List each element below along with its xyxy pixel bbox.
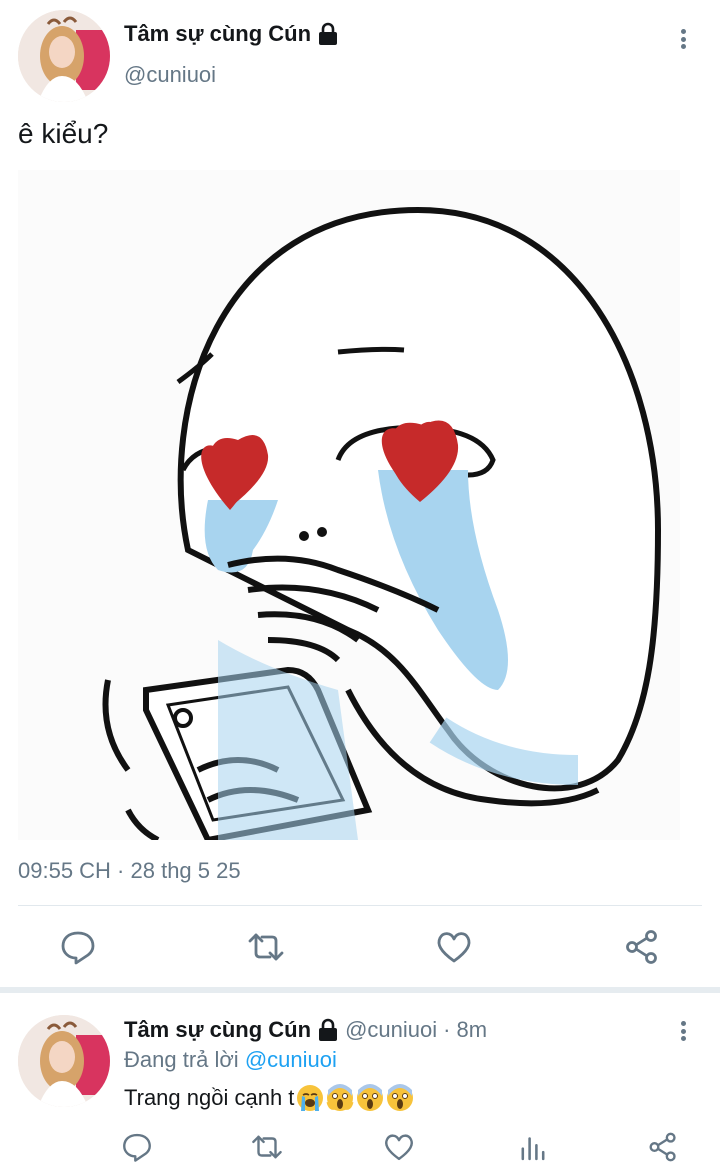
reply-author-handle[interactable]: @cuniuoi (345, 1017, 437, 1043)
reply-text: Trang ngồi cạnh t (124, 1085, 295, 1110)
replying-mention[interactable]: @cuniuoi (245, 1047, 337, 1072)
share-icon[interactable] (646, 1130, 680, 1164)
tweet-media[interactable] (18, 170, 680, 840)
lock-icon (319, 1018, 338, 1041)
reply-icon[interactable] (58, 927, 98, 967)
reply-time: 8m (456, 1017, 488, 1042)
retweet-icon[interactable] (246, 927, 286, 967)
reply-author-avatar[interactable] (18, 1015, 110, 1107)
heart-icon[interactable] (382, 1130, 416, 1164)
retweet-icon[interactable] (250, 1130, 284, 1164)
reply-header: Tâm sự cùng Cún @cuniuoi · 8m (124, 1017, 487, 1043)
analytics-icon[interactable] (516, 1130, 550, 1164)
more-vertical-icon[interactable] (671, 1019, 695, 1043)
section-divider (0, 987, 720, 993)
screaming-face-icon (357, 1084, 384, 1111)
replying-prefix: Đang trả lời (124, 1047, 239, 1072)
avatar-image (18, 1015, 110, 1107)
tweet-text: ê kiểu? (18, 118, 109, 149)
reply-author-name[interactable]: Tâm sự cùng Cún (124, 1017, 311, 1043)
replying-to: Đang trả lời @cuniuoi (124, 1047, 337, 1073)
reply-text-line: Trang ngồi cạnh t (124, 1084, 414, 1112)
tweet-timestamp: 09:55 CH · 28 thg 5 25 (18, 858, 241, 883)
screaming-face-icon (326, 1084, 354, 1111)
separator: · (443, 1017, 451, 1042)
heart-icon[interactable] (434, 927, 474, 967)
more-vertical-icon[interactable] (671, 27, 695, 51)
reply-icon[interactable] (120, 1130, 154, 1164)
avatar-image (18, 10, 110, 102)
meme-illustration (18, 170, 680, 840)
screaming-face-icon (387, 1084, 414, 1111)
divider (18, 905, 702, 906)
author-avatar[interactable] (18, 10, 110, 102)
lock-icon (319, 22, 338, 45)
author-name-line: Tâm sự cùng Cún (124, 21, 339, 47)
share-icon[interactable] (622, 927, 662, 967)
loudly-crying-face-icon (297, 1085, 324, 1111)
author-name[interactable]: Tâm sự cùng Cún (124, 21, 311, 47)
author-handle[interactable]: @cuniuoi (124, 62, 216, 88)
